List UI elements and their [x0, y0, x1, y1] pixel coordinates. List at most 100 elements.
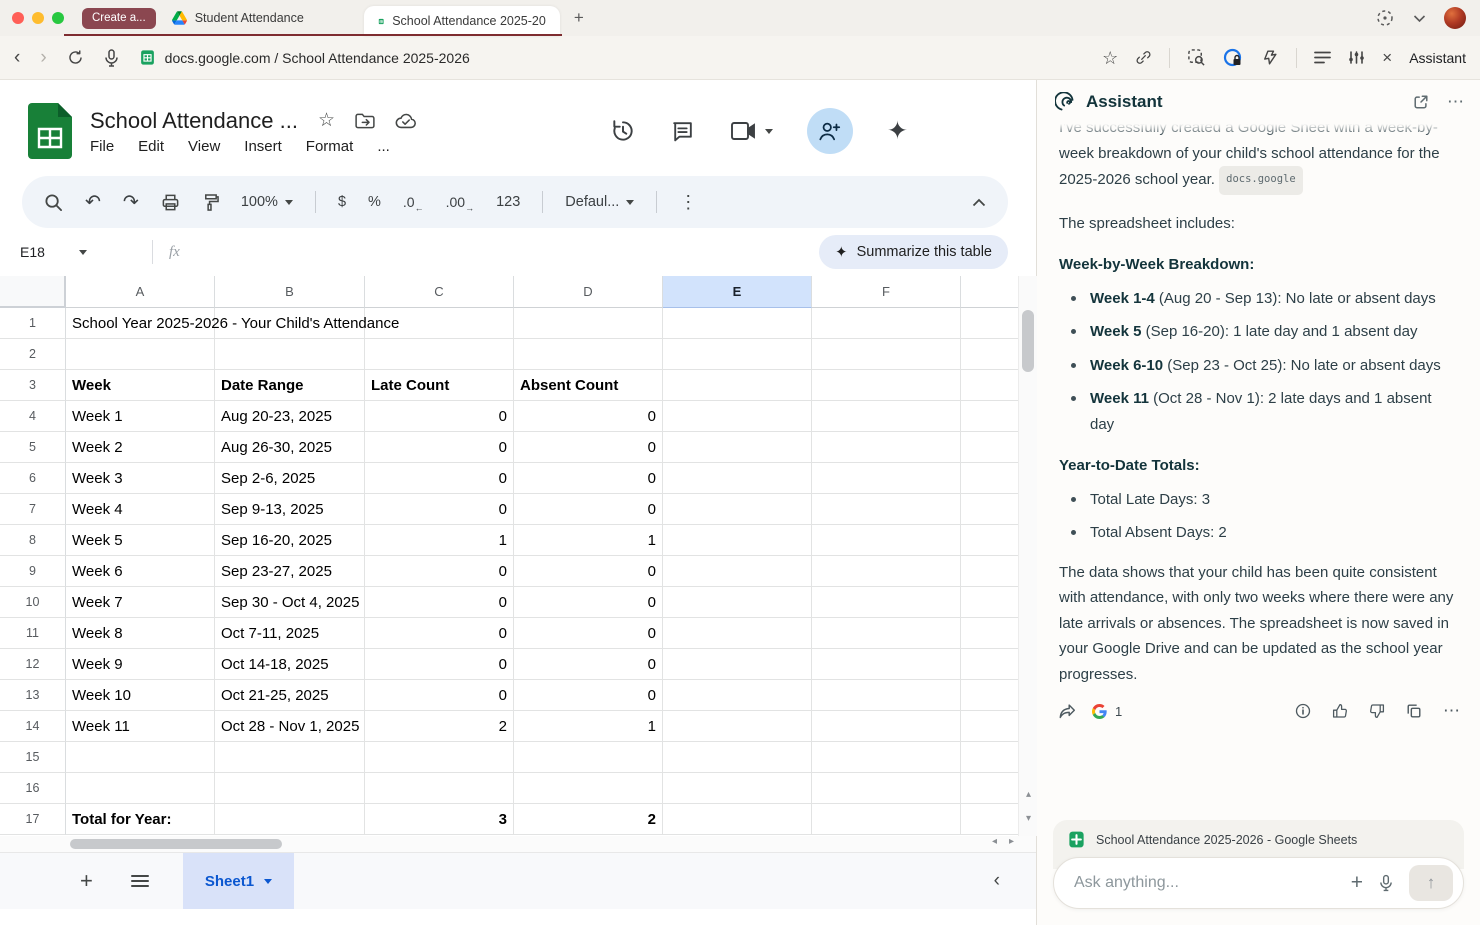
create-button[interactable]: Create a... — [82, 8, 156, 29]
column-header-F[interactable]: F — [812, 276, 961, 308]
cell-D10[interactable]: 0 — [514, 587, 663, 618]
cell-C6[interactable]: 0 — [365, 463, 514, 494]
cell-D13[interactable]: 0 — [514, 680, 663, 711]
cell-F3[interactable] — [812, 370, 961, 401]
cell-D4[interactable]: 0 — [514, 401, 663, 432]
row-header-12[interactable]: 12 — [0, 649, 66, 680]
column-header-B[interactable]: B — [215, 276, 365, 308]
copy-icon[interactable] — [1406, 703, 1422, 719]
scroll-down-arrow[interactable]: ▾ — [1019, 813, 1037, 824]
cell-D5[interactable]: 0 — [514, 432, 663, 463]
cloud-saved-icon[interactable] — [395, 113, 417, 129]
row-header-2[interactable]: 2 — [0, 339, 66, 370]
cell-C17[interactable]: 3 — [365, 804, 514, 835]
cell-E17[interactable] — [663, 804, 812, 835]
cell-E1[interactable] — [663, 308, 812, 339]
reload-button[interactable] — [67, 49, 84, 66]
decrease-decimal-button[interactable]: .0← — [403, 194, 424, 210]
assistant-more-icon[interactable]: ⋯ — [1447, 92, 1464, 112]
mic-icon[interactable] — [1379, 874, 1393, 892]
cell-E5[interactable] — [663, 432, 812, 463]
menu-format[interactable]: Format — [306, 138, 354, 155]
cell-E15[interactable] — [663, 742, 812, 773]
undo-icon[interactable]: ↶ — [85, 191, 101, 214]
cell-D14[interactable]: 1 — [514, 711, 663, 742]
close-window-button[interactable] — [12, 12, 24, 24]
font-select[interactable]: Defaul... — [565, 194, 634, 210]
number-format-button[interactable]: 123 — [496, 194, 520, 210]
cell-A5[interactable]: Week 2 — [66, 432, 215, 463]
message-more-icon[interactable]: ⋯ — [1443, 701, 1460, 721]
cell-C15[interactable] — [365, 742, 514, 773]
cell-name-box[interactable]: E18 — [20, 244, 148, 260]
cell-C11[interactable]: 0 — [365, 618, 514, 649]
currency-format-button[interactable]: $ — [338, 194, 346, 210]
cell-D11[interactable]: 0 — [514, 618, 663, 649]
increase-decimal-button[interactable]: .00→ — [446, 194, 474, 210]
cell-E14[interactable] — [663, 711, 812, 742]
chevron-down-icon[interactable] — [1413, 14, 1426, 23]
cell-C16[interactable] — [365, 773, 514, 804]
profile-avatar[interactable] — [1444, 7, 1466, 29]
scroll-up-arrow[interactable]: ▴ — [1019, 789, 1037, 800]
cell-F2[interactable] — [812, 339, 961, 370]
attach-add-icon[interactable]: + — [1351, 871, 1363, 895]
column-header-D[interactable]: D — [514, 276, 663, 308]
row-header-10[interactable]: 10 — [0, 587, 66, 618]
cell-E4[interactable] — [663, 401, 812, 432]
cell-E2[interactable] — [663, 339, 812, 370]
percent-format-button[interactable]: % — [368, 194, 381, 210]
row-header-3[interactable]: 3 — [0, 370, 66, 401]
cell-E12[interactable] — [663, 649, 812, 680]
cell-B8[interactable]: Sep 16-20, 2025 — [215, 525, 365, 556]
cell-A17[interactable]: Total for Year: — [66, 804, 215, 835]
cell-A6[interactable]: Week 3 — [66, 463, 215, 494]
menu-insert[interactable]: Insert — [244, 138, 282, 155]
more-toolbar-icon[interactable]: ⋮ — [679, 192, 697, 213]
gemini-icon[interactable]: ✦ — [887, 116, 908, 146]
comments-icon[interactable] — [670, 119, 695, 144]
scroll-left-arrow[interactable]: ◂ — [992, 836, 997, 847]
cell-D17[interactable]: 2 — [514, 804, 663, 835]
row-header-14[interactable]: 14 — [0, 711, 66, 742]
cell-B7[interactable]: Sep 9-13, 2025 — [215, 494, 365, 525]
cell-C14[interactable]: 2 — [365, 711, 514, 742]
cell-B3[interactable]: Date Range — [215, 370, 365, 401]
cell-D9[interactable]: 0 — [514, 556, 663, 587]
row-header-7[interactable]: 7 — [0, 494, 66, 525]
send-button[interactable]: ↑ — [1409, 865, 1453, 901]
sources-button[interactable]: 1 — [1092, 704, 1122, 719]
camera-dropdown-caret[interactable] — [765, 129, 773, 134]
collapse-toolbar-icon[interactable] — [972, 198, 986, 207]
cell-C10[interactable]: 0 — [365, 587, 514, 618]
tab-student-attendance[interactable]: Student Attendance — [172, 11, 304, 25]
cell-F9[interactable] — [812, 556, 961, 587]
cell-C8[interactable]: 1 — [365, 525, 514, 556]
equalizer-icon[interactable] — [1348, 49, 1365, 66]
cell-A14[interactable]: Week 11 — [66, 711, 215, 742]
cell-F12[interactable] — [812, 649, 961, 680]
add-sheet-button[interactable]: + — [80, 868, 93, 894]
sheets-logo[interactable] — [28, 103, 72, 159]
row-header-8[interactable]: 8 — [0, 525, 66, 556]
focus-mode-icon[interactable] — [1375, 8, 1395, 28]
cell-E8[interactable] — [663, 525, 812, 556]
meet-camera-icon[interactable] — [729, 120, 757, 142]
cell-C7[interactable]: 0 — [365, 494, 514, 525]
column-header-E[interactable]: E — [663, 276, 812, 308]
cell-B12[interactable]: Oct 14-18, 2025 — [215, 649, 365, 680]
cell-F13[interactable] — [812, 680, 961, 711]
new-tab-button[interactable]: + — [574, 8, 584, 28]
cell-B16[interactable] — [215, 773, 365, 804]
cell-B2[interactable] — [215, 339, 365, 370]
cell-F16[interactable] — [812, 773, 961, 804]
cell-B5[interactable]: Aug 26-30, 2025 — [215, 432, 365, 463]
cell-F6[interactable] — [812, 463, 961, 494]
cell-C4[interactable]: 0 — [365, 401, 514, 432]
extensions-icon[interactable] — [1260, 48, 1279, 67]
cell-E6[interactable] — [663, 463, 812, 494]
screenshot-search-icon[interactable] — [1187, 48, 1206, 67]
search-icon[interactable] — [44, 193, 63, 212]
cell-B9[interactable]: Sep 23-27, 2025 — [215, 556, 365, 587]
cell-E7[interactable] — [663, 494, 812, 525]
